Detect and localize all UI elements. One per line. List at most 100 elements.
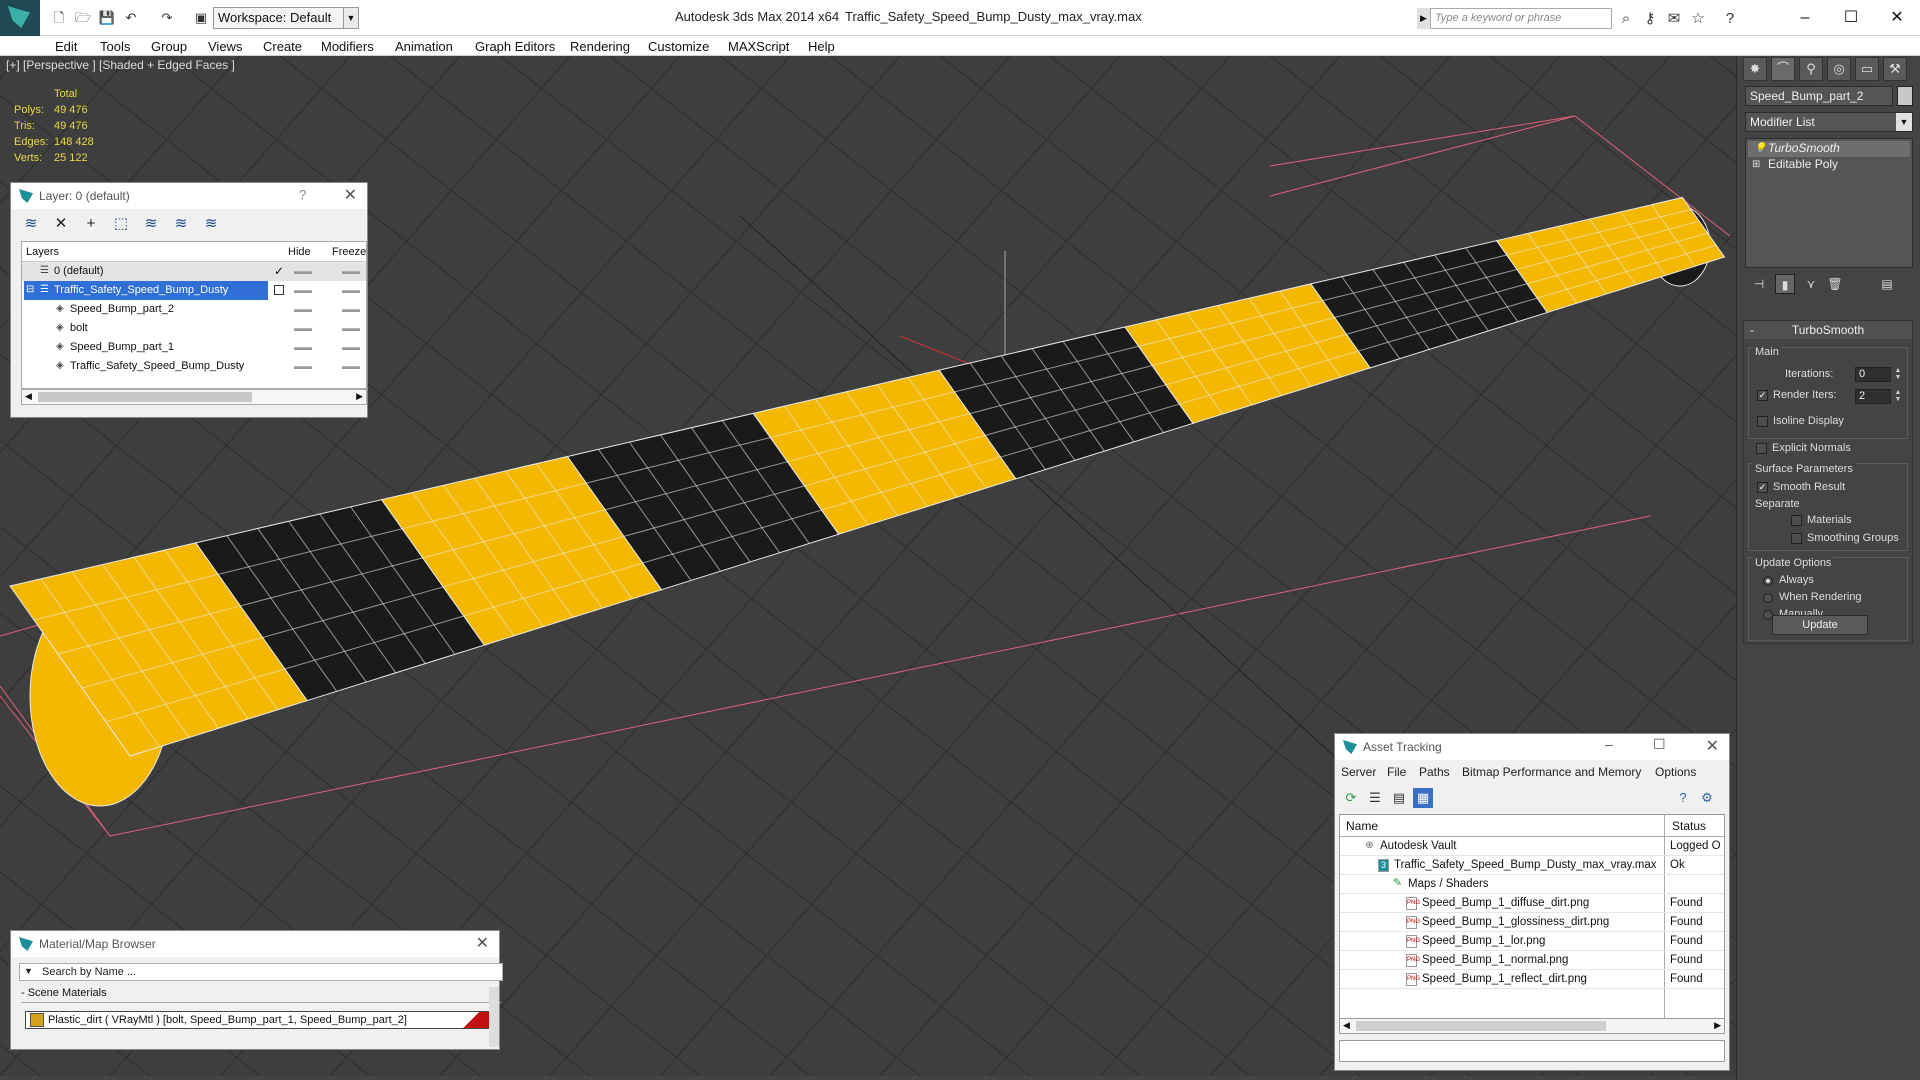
asset-row[interactable]: ⊕ Autodesk Vault Logged O	[1340, 837, 1724, 856]
freeze-toggle[interactable]: ▬▬	[342, 323, 360, 333]
scene-materials-group[interactable]: - Scene Materials	[21, 987, 501, 1003]
menu-customize[interactable]: Customize	[648, 39, 709, 54]
search-expand-icon[interactable]: ▶	[1417, 8, 1430, 29]
freeze-toggle[interactable]: ▬▬	[342, 285, 360, 295]
scroll-right-icon[interactable]: ▶	[1714, 1020, 1721, 1031]
freeze-toggle[interactable]: ▬▬	[342, 342, 360, 352]
remove-modifier-icon[interactable]: 🗑	[1825, 274, 1845, 294]
at-menu-file[interactable]: File	[1387, 765, 1406, 779]
chevron-down-icon[interactable]: ▼	[343, 7, 359, 29]
material-search-input[interactable]: ▼ Search by Name ...	[19, 963, 503, 981]
layer-row[interactable]: ☰ 0 (default) ✓ ▬▬ ▬▬	[22, 262, 366, 281]
update-button[interactable]: Update	[1772, 615, 1868, 635]
redo-icon[interactable]: ↷	[158, 9, 176, 27]
show-end-result-icon[interactable]: ▮	[1775, 274, 1795, 294]
hierarchy-tab-icon[interactable]: ⚲	[1799, 57, 1823, 81]
hide-toggle[interactable]: ▬▬	[294, 285, 312, 295]
freeze-all-layers-icon[interactable]: ≋	[199, 213, 223, 235]
display-tab-icon[interactable]: ▭	[1855, 57, 1879, 81]
stack-item-editable-poly[interactable]: ⊞ Editable Poly	[1748, 157, 1910, 173]
expand-plus-icon[interactable]: ⊞	[1752, 159, 1760, 170]
communication-icon[interactable]: ✉	[1664, 9, 1684, 29]
viewport-label[interactable]: [+] [Perspective ] [Shaded + Edged Faces…	[6, 58, 235, 72]
table-view-icon[interactable]: ▦	[1413, 788, 1433, 808]
object-name-field[interactable]: Speed_Bump_part_2	[1745, 86, 1893, 106]
maximize-button[interactable]: ☐	[1836, 6, 1866, 30]
delete-layer-icon[interactable]: ✕	[49, 213, 73, 235]
active-layer-box[interactable]	[274, 285, 284, 295]
pin-stack-icon[interactable]: ⊣	[1749, 274, 1769, 294]
at-menu-bitmap-performance[interactable]: Bitmap Performance and Memory	[1462, 765, 1641, 779]
scroll-left-icon[interactable]: ◀	[25, 391, 32, 402]
search-input[interactable]: Type a keyword or phrase	[1430, 8, 1612, 29]
menu-help[interactable]: Help	[808, 39, 835, 54]
at-menu-options[interactable]: Options	[1655, 765, 1696, 779]
menu-maxscript[interactable]: MAXScript	[728, 39, 789, 54]
explicit-normals-checkbox[interactable]	[1756, 443, 1767, 454]
materials-checkbox[interactable]	[1791, 515, 1802, 526]
save-file-icon[interactable]: 💾	[98, 9, 116, 27]
close-icon[interactable]: ✕	[344, 185, 357, 205]
asset-path-field[interactable]	[1339, 1040, 1725, 1062]
lightbulb-icon[interactable]: 💡	[1754, 143, 1766, 154]
freeze-toggle[interactable]: ▬▬	[342, 304, 360, 314]
layer-row[interactable]: ◈ Traffic_Safety_Speed_Bump_Dusty ▬▬ ▬▬	[22, 357, 366, 376]
col-name[interactable]: Name	[1346, 819, 1378, 833]
layer-row[interactable]: ◈ Speed_Bump_part_2 ▬▬ ▬▬	[22, 300, 366, 319]
close-icon[interactable]: ✕	[1706, 736, 1719, 756]
spinner-arrows-icon[interactable]: ▲ ▼	[1893, 367, 1903, 382]
menu-tools[interactable]: Tools	[100, 39, 130, 54]
horizontal-scrollbar[interactable]: ◀ ▶	[1339, 1018, 1725, 1034]
isoline-checkbox[interactable]	[1757, 416, 1768, 427]
refresh-icon[interactable]: ⟳	[1341, 788, 1361, 808]
hide-toggle[interactable]: ▬▬	[294, 361, 312, 371]
hide-toggle[interactable]: ▬▬	[294, 323, 312, 333]
scrollbar-thumb[interactable]	[38, 392, 252, 402]
create-tab-icon[interactable]: ✸	[1743, 57, 1767, 81]
horizontal-scrollbar[interactable]: ◀ ▶	[21, 389, 367, 405]
layer-row[interactable]: ◈ bolt ▬▬ ▬▬	[22, 319, 366, 338]
layer-row[interactable]: ◈ Speed_Bump_part_1 ▬▬ ▬▬	[22, 338, 366, 357]
hide-toggle[interactable]: ▬▬	[294, 304, 312, 314]
when-rendering-radio[interactable]	[1763, 593, 1773, 603]
collapse-icon[interactable]: ⊟	[26, 284, 34, 295]
modifier-list-dropdown[interactable]: Modifier List ▼	[1745, 112, 1913, 132]
workspace-dropdown[interactable]: Workspace: Default	[213, 7, 359, 29]
scroll-right-icon[interactable]: ▶	[356, 391, 363, 402]
col-hide[interactable]: Hide	[288, 246, 311, 258]
object-color-swatch[interactable]	[1897, 86, 1913, 106]
at-menu-server[interactable]: Server	[1341, 765, 1376, 779]
asset-row[interactable]: PNG Speed_Bump_1_reflect_dirt.png Found	[1340, 970, 1724, 989]
settings-icon[interactable]: ⚙	[1697, 788, 1717, 808]
scroll-left-icon[interactable]: ◀	[1343, 1020, 1350, 1031]
close-button[interactable]: ✕	[1882, 6, 1912, 30]
menu-rendering[interactable]: Rendering	[570, 39, 630, 54]
freeze-toggle[interactable]: ▬▬	[342, 266, 360, 276]
asset-row[interactable]: 3 Traffic_Safety_Speed_Bump_Dusty_max_vr…	[1340, 856, 1724, 875]
smoothing-groups-checkbox[interactable]	[1791, 533, 1802, 544]
help-icon[interactable]: ?	[1720, 9, 1740, 29]
undo-icon[interactable]: ↶	[122, 9, 140, 27]
asset-row[interactable]: PNG Speed_Bump_1_glossiness_dirt.png Fou…	[1340, 913, 1724, 932]
col-layers[interactable]: Layers	[26, 246, 59, 258]
highlight-layer-icon[interactable]: ≋	[139, 213, 163, 235]
list-view-icon[interactable]: ☰	[1365, 788, 1385, 808]
binoculars-icon[interactable]: ⌕	[1616, 9, 1636, 29]
menu-edit[interactable]: Edit	[55, 39, 77, 54]
always-radio[interactable]	[1763, 576, 1773, 586]
material-item[interactable]: Plastic_dirt ( VRayMtl ) [bolt, Speed_Bu…	[25, 1011, 493, 1029]
panel-title-bar[interactable]: Material/Map Browser ✕	[11, 931, 499, 957]
asset-row[interactable]: ✎ Maps / Shaders	[1340, 875, 1724, 894]
asset-row[interactable]: PNG Speed_Bump_1_diffuse_dirt.png Found	[1340, 894, 1724, 913]
utilities-tab-icon[interactable]: ⚒	[1883, 57, 1907, 81]
scrollbar-thumb[interactable]	[1356, 1021, 1606, 1031]
new-file-icon[interactable]: 🗋	[50, 9, 68, 27]
menu-modifiers[interactable]: Modifiers	[321, 39, 374, 54]
menu-graph-editors[interactable]: Graph Editors	[475, 39, 555, 54]
layer-row-selected[interactable]: ⊟ ☰ Traffic_Safety_Speed_Bump_Dusty ▬▬ ▬…	[22, 281, 366, 300]
minimize-button[interactable]: –	[1605, 736, 1613, 752]
close-icon[interactable]: ✕	[476, 933, 489, 953]
create-layer-icon[interactable]: ≋	[19, 213, 43, 235]
hide-toggle[interactable]: ▬▬	[294, 342, 312, 352]
menu-views[interactable]: Views	[208, 39, 242, 54]
